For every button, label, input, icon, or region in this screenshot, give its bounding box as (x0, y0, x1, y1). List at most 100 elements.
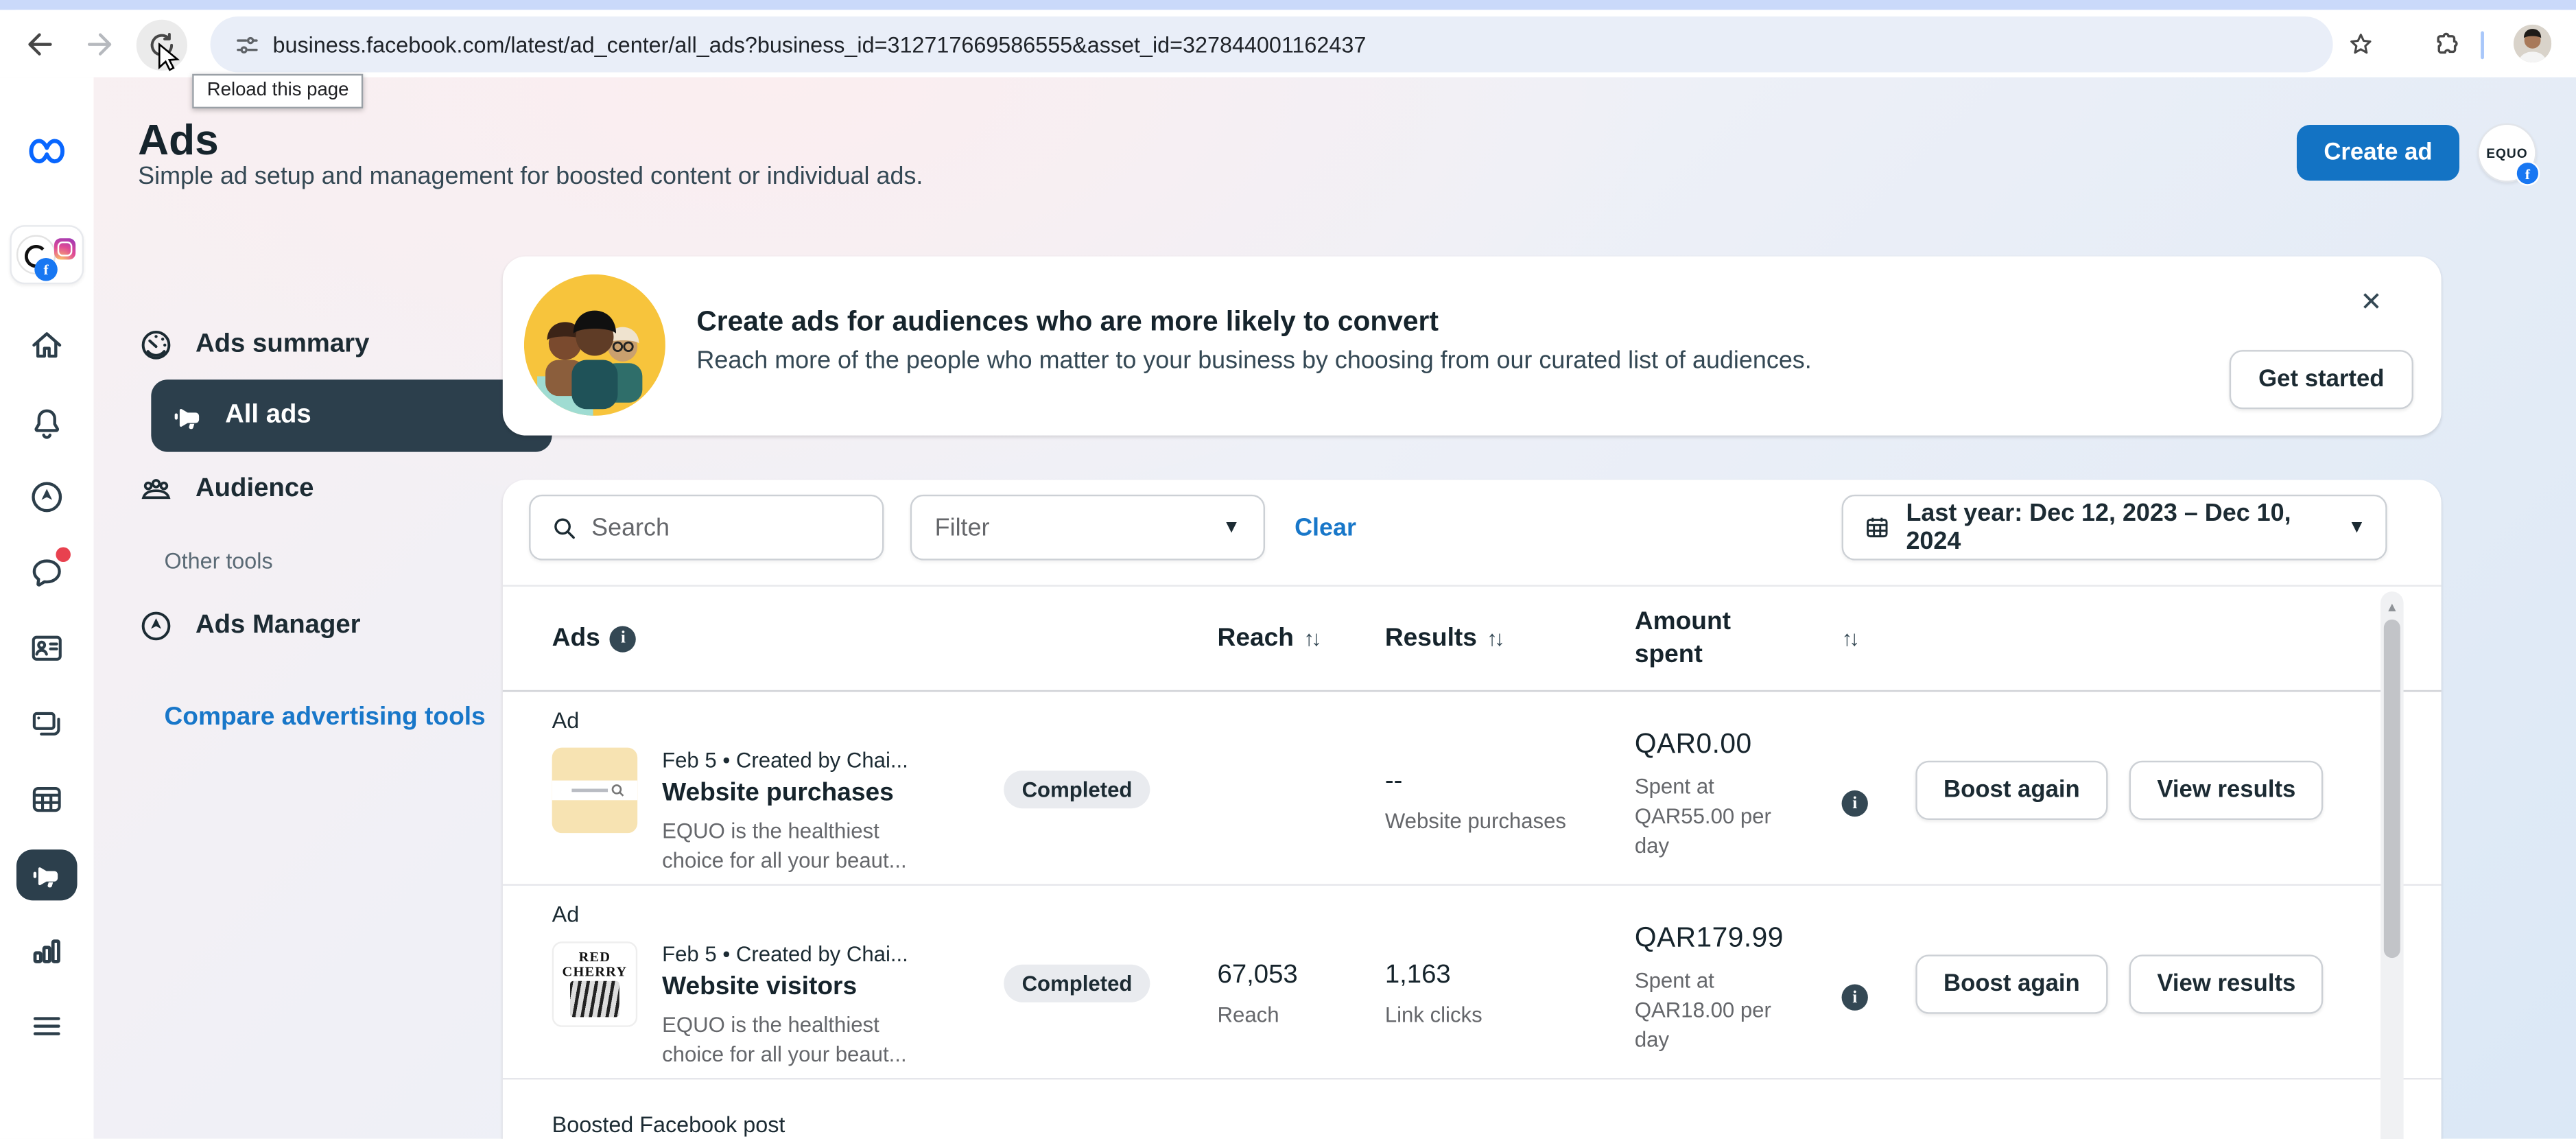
amount-note: Spent at QAR55.00 per day (1635, 773, 1789, 862)
boost-again-button[interactable]: Boost again (1915, 954, 2107, 1013)
scrollbar-thumb[interactable] (2384, 620, 2400, 958)
results-cell: 1,163Link clicks (1385, 886, 1635, 1078)
table-row[interactable]: Ad Feb 5 • Created by Chai... Website pu… (503, 692, 2442, 886)
home-icon (27, 326, 65, 364)
ad-thumbnail[interactable] (552, 748, 638, 834)
info-icon[interactable]: i (610, 625, 636, 651)
ad-thumbnail[interactable]: REDCHERRYLASHES (552, 941, 638, 1027)
table-header-row: Ads i Reach ↑↓ Results ↑↓ Amount spent (503, 587, 2442, 692)
results-label: Link clicks (1385, 1002, 1635, 1027)
extensions-button[interactable] (2430, 28, 2463, 61)
browser-profile-avatar[interactable] (2514, 25, 2551, 62)
megaphone-icon (32, 859, 63, 891)
megaphone-icon (172, 400, 204, 432)
ad-cell: Ad Feb 5 • Created by Chai... Website pu… (552, 692, 1004, 884)
sidebar-leads[interactable] (18, 620, 73, 675)
page-title: Ads (138, 115, 219, 166)
sidebar-help-partial[interactable] (18, 1119, 73, 1139)
filter-dropdown[interactable]: Filter ▼ (910, 495, 1265, 561)
tab-strip (0, 0, 2576, 10)
info-icon[interactable]: i (1842, 790, 1868, 817)
facebook-icon: f (34, 258, 58, 281)
site-info-icon[interactable] (233, 30, 261, 58)
status-badge: Completed (1004, 771, 1150, 808)
meta-infinity-icon (24, 137, 69, 166)
browser-window: business.facebook.com/latest/ad_center/a… (0, 0, 2576, 1139)
sidebar-ads-active[interactable] (16, 849, 78, 900)
col-header-amount-sort[interactable]: ↑↓ (1842, 587, 1916, 690)
menu-icon (27, 1007, 65, 1044)
sidebar-notifications[interactable] (18, 395, 73, 450)
meta-logo[interactable] (18, 124, 73, 179)
bell-icon (27, 403, 65, 441)
search-input[interactable] (591, 513, 838, 541)
amount-value: QAR179.99 (1635, 921, 1842, 954)
reach-value: 67,053 (1218, 961, 1385, 991)
magnifier-graphic (609, 782, 626, 799)
page-subtitle: Simple ad setup and management for boost… (138, 163, 923, 191)
lash-packages-graphic (570, 981, 619, 1017)
boost-again-button[interactable]: Boost again (1915, 761, 2107, 820)
partial-row-label: Boosted Facebook post (503, 1079, 2442, 1137)
amount-note: Spent at QAR18.00 per day (1635, 966, 1789, 1056)
forward-icon (84, 28, 117, 61)
reach-cell: 67,053Reach (1218, 886, 1385, 1078)
gauge-icon (138, 327, 174, 364)
sidebar-content[interactable] (18, 695, 73, 751)
banner-subtitle: Reach more of the people who matter to y… (696, 347, 1811, 375)
banner-title: Create ads for audiences who are more li… (696, 305, 1439, 338)
ad-title[interactable]: Website purchases (662, 779, 912, 808)
col-header-ads[interactable]: Ads i (552, 587, 1004, 690)
amount-info-cell: i (1842, 692, 1916, 884)
nav-audience[interactable]: Audience (138, 465, 314, 515)
url-text[interactable]: business.facebook.com/latest/ad_center/a… (273, 32, 1367, 57)
ad-meta: Feb 5 • Created by Chai... (662, 748, 912, 773)
sidebar-inbox[interactable] (18, 544, 73, 600)
clear-filters-link[interactable]: Clear (1295, 480, 1356, 575)
ads-table-card: Filter ▼ Clear Last year: Dec 12, 2023 –… (503, 480, 2442, 1139)
col-header-amount[interactable]: Amount spent (1635, 587, 1842, 690)
bookmark-button[interactable] (2344, 28, 2377, 61)
view-results-button[interactable]: View results (2129, 954, 2324, 1013)
sort-icon[interactable]: ↑↓ (1842, 626, 1857, 650)
scroll-up-icon[interactable]: ▲ (2384, 600, 2400, 615)
sort-icon[interactable]: ↑↓ (1487, 626, 1502, 650)
amount-cell: QAR0.00Spent at QAR55.00 per day (1635, 692, 1842, 884)
compare-advertising-tools-link[interactable]: Compare advertising tools (164, 703, 485, 733)
ad-title[interactable]: Website visitors (662, 973, 912, 1002)
get-started-button[interactable]: Get started (2230, 350, 2413, 409)
forward-button[interactable] (84, 28, 117, 61)
contact-card-icon (27, 629, 65, 666)
account-chip[interactable]: EQUO f (2477, 124, 2536, 183)
puzzle-icon (2431, 30, 2461, 59)
sort-icon[interactable]: ↑↓ (1303, 626, 1319, 650)
left-rail: f (0, 78, 94, 1139)
view-results-button[interactable]: View results (2129, 761, 2324, 820)
business-account-switcher[interactable]: f (10, 225, 84, 284)
star-icon (2346, 30, 2376, 59)
create-ad-button[interactable]: Create ad (2297, 125, 2459, 180)
browser-toolbar: business.facebook.com/latest/ad_center/a… (0, 10, 2576, 77)
nav-ads-manager[interactable]: Ads Manager (138, 601, 565, 650)
sidebar-home[interactable] (18, 317, 73, 373)
search-box[interactable] (529, 495, 884, 561)
sidebar-insights[interactable] (18, 921, 73, 977)
reload-tooltip: Reload this page (192, 74, 364, 108)
nav-all-ads-selected[interactable]: All ads (151, 379, 552, 451)
date-range-picker[interactable]: Last year: Dec 12, 2023 – Dec 10, 2024 ▼ (1842, 495, 2387, 561)
back-button[interactable] (23, 28, 56, 61)
col-header-reach[interactable]: Reach ↑↓ (1218, 587, 1385, 690)
sidebar-ad-center[interactable] (18, 469, 73, 524)
table-scrollbar[interactable]: ▲ (2380, 591, 2404, 1139)
ad-description: EQUO is the healthiest choice for all yo… (662, 817, 912, 876)
col-header-results[interactable]: Results ↑↓ (1385, 587, 1635, 690)
results-cell: --Website purchases (1385, 692, 1635, 884)
info-icon[interactable]: i (1842, 984, 1868, 1010)
close-icon[interactable]: ✕ (2360, 286, 2382, 319)
table-row[interactable]: Ad REDCHERRYLASHES Feb 5 • Created by Ch… (503, 886, 2442, 1080)
sidebar-planner[interactable] (18, 771, 73, 826)
nav-ads-summary[interactable]: Ads summary (138, 320, 369, 370)
sidebar-all-tools[interactable] (18, 998, 73, 1053)
status-cell: Completed (1004, 886, 1217, 1078)
address-bar[interactable]: business.facebook.com/latest/ad_center/a… (211, 16, 2333, 72)
